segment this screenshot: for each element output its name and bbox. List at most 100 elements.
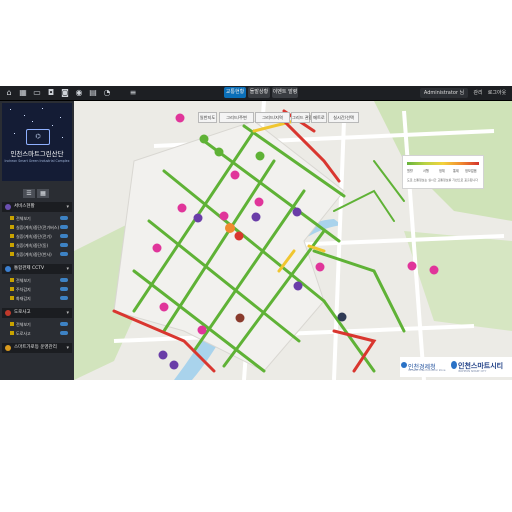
- brand-title: 인천스마트그린산단: [10, 150, 64, 158]
- toggle[interactable]: [60, 331, 68, 335]
- cctv-icon: [5, 266, 11, 272]
- section-road-accident[interactable]: 도로사고 ▾: [2, 308, 72, 318]
- section-label: 스마트가로등 운영관리: [14, 345, 57, 350]
- legend-gradient: [407, 162, 479, 165]
- checkbox[interactable]: [10, 252, 14, 256]
- partner-logos: 인천경제청 Incheon Free Economic Zone 인천스마트시티…: [400, 357, 512, 377]
- grid-tour-button[interactable]: 그리드 관광: [291, 112, 313, 123]
- toggle[interactable]: [60, 322, 68, 326]
- list-item[interactable]: 실증(계속)중단(반사): [6, 251, 70, 258]
- toggle[interactable]: [60, 243, 68, 247]
- checkbox[interactable]: [10, 331, 14, 335]
- checkbox[interactable]: [10, 243, 14, 247]
- legend-note: 도로 소통정보는 실시간 교통정보를 기반으로 표출됩니다: [407, 178, 479, 182]
- legend-label: 정체: [439, 169, 445, 173]
- tab-incident[interactable]: 돌발상황: [248, 87, 270, 98]
- list-item[interactable]: 전체보기: [6, 215, 70, 222]
- ifez-logo-icon: [401, 362, 407, 368]
- ifez-logo-subtext: Incheon Free Economic Zone: [408, 369, 446, 372]
- map-type-button[interactable]: 일반지도: [198, 112, 217, 123]
- sidebar: ⌬ 인천스마트그린산단 Incheon Smart Green Industri…: [0, 101, 74, 380]
- brand-subtitle: Incheon Smart Green Industrial Complex: [4, 159, 70, 163]
- item-label: 전체보기: [16, 278, 31, 283]
- camera-icon[interactable]: ◙: [60, 88, 70, 98]
- logout-button[interactable]: 로그아웃: [486, 88, 508, 98]
- chevron-down-icon: ▾: [66, 310, 69, 316]
- alarm-icon[interactable]: ◔: [102, 88, 112, 98]
- traffic-map[interactable]: 일반지도 그리드/주변 그리드/지역 그리드 관광 메트로 실시간/선택 원활 …: [74, 101, 512, 380]
- grid-icon[interactable]: ▦: [18, 88, 28, 98]
- traffic-legend: 원활 서행 정체 통제 정보없음 도로 소통정보는 실시간 교통정보를 기반으로…: [402, 155, 484, 189]
- toggle[interactable]: [60, 216, 68, 220]
- list-item[interactable]: 도로사고: [6, 330, 70, 337]
- list-view-icon[interactable]: ☰: [23, 189, 35, 198]
- item-label: 실증(계속)중단(전기): [16, 234, 52, 239]
- item-label: 도로사고: [16, 331, 31, 336]
- monitor-icon[interactable]: ▭: [32, 88, 42, 98]
- view-toggle: ☰ ▦: [23, 189, 51, 198]
- toggle[interactable]: [60, 225, 68, 229]
- section-service-status[interactable]: 서비스현황 ▾: [2, 202, 72, 212]
- menu-icon[interactable]: ≡: [128, 88, 138, 98]
- logo-icon: ⌬: [26, 129, 50, 145]
- item-label: 실증(계속)중단(반사): [16, 252, 52, 257]
- streetlight-icon: [5, 345, 11, 351]
- tab-event[interactable]: 이벤트 발령: [272, 87, 298, 98]
- section-label: 도로사고: [14, 310, 31, 315]
- toggle[interactable]: [60, 296, 68, 300]
- map-canvas[interactable]: [74, 101, 512, 380]
- chevron-down-icon: ▾: [66, 345, 69, 351]
- checkbox[interactable]: [10, 287, 14, 291]
- list-item[interactable]: 전체보기: [6, 321, 70, 328]
- list-item[interactable]: 실증(계속)중단(전기): [6, 233, 70, 240]
- chevron-down-icon: ▾: [66, 204, 69, 210]
- section-label: 통합관제 CCTV: [14, 266, 45, 271]
- toggle[interactable]: [60, 287, 68, 291]
- tab-traffic[interactable]: 교통현황: [224, 87, 246, 98]
- toggle[interactable]: [60, 252, 68, 256]
- item-label: 실증(계속)중단(전기버스): [16, 225, 60, 230]
- chart-icon[interactable]: ▤: [88, 88, 98, 98]
- legend-label: 원활: [407, 169, 413, 173]
- item-label: 전체보기: [16, 216, 31, 221]
- item-label: 주차감지: [16, 287, 31, 292]
- home-icon[interactable]: ⌂: [4, 88, 14, 98]
- list-item[interactable]: 주차감지: [6, 286, 70, 293]
- toggle[interactable]: [60, 234, 68, 238]
- metro-button[interactable]: 메트로: [311, 112, 327, 123]
- smartcity-logo-icon: [451, 361, 457, 369]
- checkbox[interactable]: [10, 216, 14, 220]
- legend-label: 정보없음: [465, 169, 477, 173]
- item-label: 화재감지: [16, 296, 31, 301]
- grid-view-icon[interactable]: ▦: [37, 189, 49, 198]
- grid-around-button[interactable]: 그리드/주변: [219, 112, 254, 123]
- pin-icon[interactable]: ◉: [74, 88, 84, 98]
- checkbox[interactable]: [10, 234, 14, 238]
- chevron-down-icon: ▾: [66, 266, 69, 272]
- list-item[interactable]: 실증(계속)중단(동): [6, 242, 70, 249]
- checkbox[interactable]: [10, 225, 14, 229]
- admin-button[interactable]: 관리: [472, 88, 484, 98]
- legend-label: 서행: [423, 169, 429, 173]
- section-cctv[interactable]: 통합관제 CCTV ▾: [2, 264, 72, 274]
- brand-panel: ⌬ 인천스마트그린산단 Incheon Smart Green Industri…: [2, 103, 72, 181]
- checkbox[interactable]: [10, 278, 14, 282]
- app-screenshot: ⌂ ▦ ▭ ◘ ◙ ◉ ▤ ◔ ≡ 교통현황 돌발상황 이벤트 발령 Admin…: [0, 86, 512, 380]
- realtime-select-button[interactable]: 실시간/선택: [328, 112, 359, 123]
- item-label: 실증(계속)중단(동): [16, 243, 49, 248]
- item-label: 전체보기: [16, 322, 31, 327]
- service-icon: [5, 204, 11, 210]
- car-icon[interactable]: ◘: [46, 88, 56, 98]
- smartcity-logo-subtext: INCHEON SMART CITY: [458, 370, 487, 373]
- list-item[interactable]: 실증(계속)중단(전기버스): [6, 224, 70, 231]
- user-menu[interactable]: Administrator 님: [420, 88, 468, 98]
- list-item[interactable]: 전체보기: [6, 277, 70, 284]
- checkbox[interactable]: [10, 296, 14, 300]
- checkbox[interactable]: [10, 322, 14, 326]
- grid-region-button[interactable]: 그리드/지역: [255, 112, 290, 123]
- legend-label: 통제: [453, 169, 459, 173]
- toggle[interactable]: [60, 278, 68, 282]
- section-streetlight[interactable]: 스마트가로등 운영관리 ▾: [2, 343, 72, 353]
- section-label: 서비스현황: [14, 204, 35, 209]
- list-item[interactable]: 화재감지: [6, 295, 70, 302]
